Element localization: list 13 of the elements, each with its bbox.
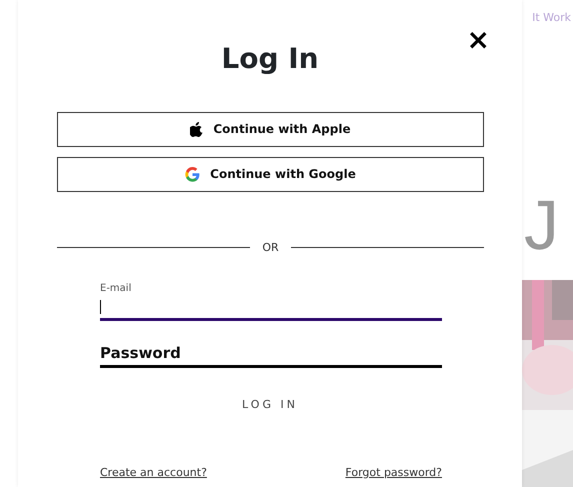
link[interactable]: Create an account? bbox=[100, 464, 207, 482]
apple-sign-in-button[interactable]: Continue with Apple bbox=[57, 112, 484, 147]
close-button[interactable]: × bbox=[466, 26, 490, 54]
log-in-button[interactable]: LOG IN bbox=[236, 396, 304, 415]
google-sign-in-button[interactable]: Continue with Google bbox=[57, 156, 484, 192]
email-field[interactable]: E-mail bbox=[100, 282, 442, 322]
password-field[interactable]: Password bbox=[100, 343, 442, 368]
google-icon bbox=[185, 166, 200, 182]
apple-icon bbox=[190, 122, 204, 137]
divider-label: OR bbox=[262, 240, 279, 256]
dialog-title: Log In bbox=[220, 42, 320, 76]
heading-letter: J bbox=[524, 190, 559, 260]
link[interactable]: Forgot password? bbox=[345, 464, 442, 482]
